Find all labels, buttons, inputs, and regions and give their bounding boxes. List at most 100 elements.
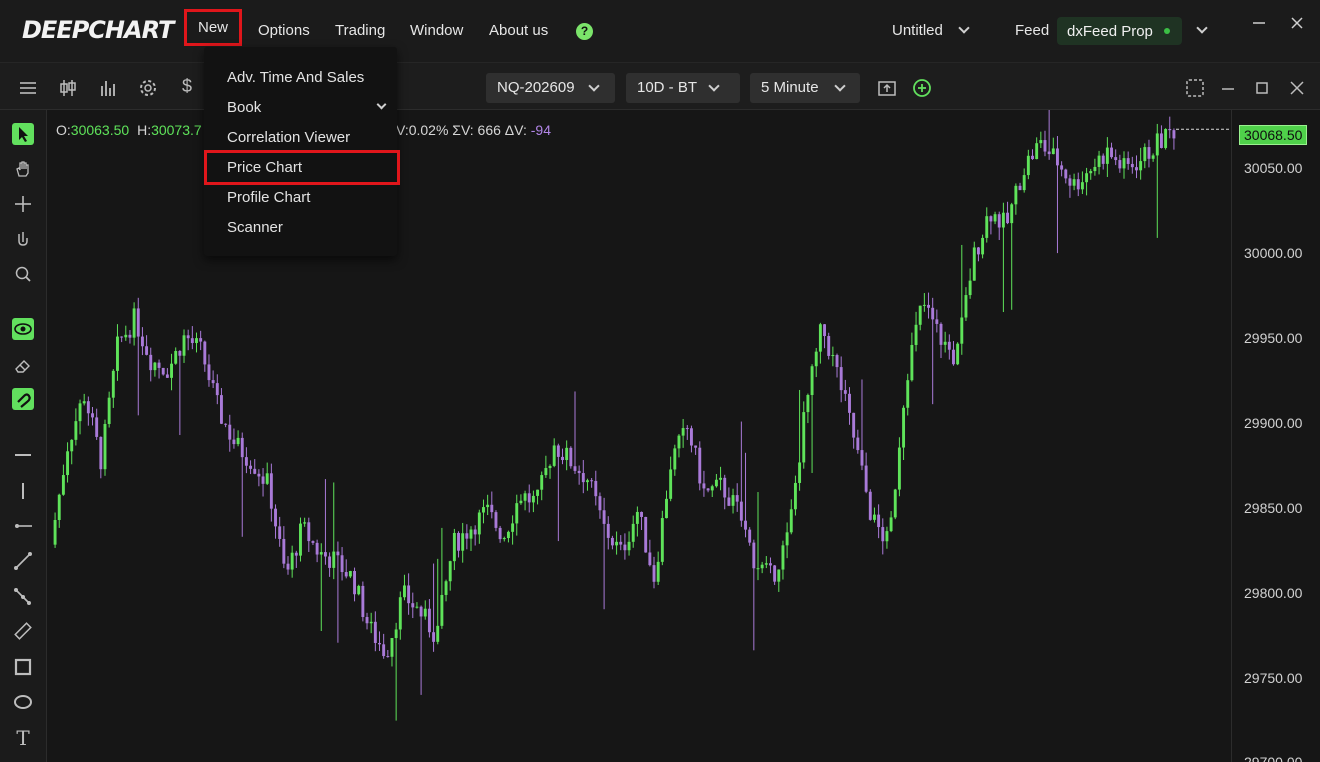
price-axis[interactable]: 30068.50 30050.00 30000.00 29950.00 2990… — [1231, 110, 1320, 762]
candle-body — [120, 336, 124, 338]
price-tick: 29900.00 — [1244, 415, 1303, 431]
candle-body — [303, 522, 307, 524]
menu-icon[interactable] — [18, 78, 38, 98]
candle-body — [976, 247, 980, 255]
export-icon[interactable] — [877, 78, 897, 98]
horizontal-line-icon[interactable] — [12, 444, 34, 466]
text-icon[interactable]: T — [12, 726, 34, 750]
close-icon[interactable] — [1289, 15, 1305, 31]
menu-item-book[interactable]: Book — [227, 99, 261, 116]
candle-body — [719, 477, 723, 480]
cursor-icon[interactable] — [12, 123, 34, 145]
menu-window[interactable]: Window — [410, 22, 463, 39]
menu-item-adv-time-and-sales[interactable]: Adv. Time And Sales — [227, 69, 364, 86]
ray-icon[interactable] — [12, 515, 34, 537]
price-tick: 30000.00 — [1244, 245, 1303, 261]
candle-body — [806, 395, 810, 413]
candle-body — [635, 511, 639, 524]
candle-body — [931, 307, 935, 320]
gear-icon[interactable] — [138, 78, 158, 98]
candle-body — [502, 538, 506, 540]
candle-body — [831, 355, 835, 357]
candle-body — [602, 510, 606, 524]
hand-icon[interactable] — [12, 158, 34, 180]
question-circle-icon[interactable]: ? — [576, 23, 593, 40]
candle-body — [511, 523, 515, 532]
magnet-icon[interactable] — [12, 388, 34, 410]
candle-body — [872, 514, 876, 520]
minimize-icon[interactable] — [1218, 78, 1238, 98]
candle-body — [452, 532, 456, 562]
candle-body — [544, 468, 548, 476]
chevron-down-icon[interactable] — [958, 22, 970, 34]
menu-new[interactable]: New — [183, 9, 243, 46]
candle-body — [448, 561, 452, 582]
symbol-value: NQ-202609 — [497, 79, 575, 96]
candle-body — [261, 476, 265, 484]
close-icon[interactable] — [1287, 78, 1307, 98]
maximize-icon[interactable] — [1185, 78, 1205, 98]
bar-chart-icon[interactable] — [98, 78, 118, 98]
rectangle-icon[interactable] — [12, 656, 34, 678]
polyline-icon[interactable] — [12, 585, 34, 607]
menu-item-profile-chart[interactable]: Profile Chart — [227, 189, 310, 206]
menu-options[interactable]: Options — [258, 22, 310, 39]
ellipse-icon[interactable] — [12, 691, 34, 713]
candle-body — [1047, 151, 1051, 155]
candle-body — [997, 214, 1001, 228]
add-circle-icon[interactable] — [912, 78, 932, 98]
eye-icon[interactable] — [12, 318, 34, 340]
candle-body — [116, 336, 119, 371]
candle-body — [1118, 160, 1122, 169]
chevron-down-icon[interactable] — [376, 99, 387, 110]
candle-body — [814, 351, 818, 367]
candle-body — [249, 465, 253, 469]
candle-body — [232, 439, 236, 445]
workspace-name[interactable]: Untitled — [892, 22, 943, 39]
candle-body — [818, 324, 822, 352]
candle-body — [1018, 185, 1022, 191]
candle-body — [619, 541, 623, 545]
candle-body — [561, 456, 564, 461]
candle-body — [1031, 155, 1034, 160]
candle-body — [764, 563, 768, 565]
candle-body — [195, 338, 198, 344]
candle-body — [219, 395, 223, 424]
range-value: 10D - BT — [637, 79, 698, 96]
candle-body — [810, 366, 814, 396]
interval-select[interactable]: 5 Minute — [750, 73, 860, 103]
candle-body — [461, 533, 465, 551]
chevron-down-icon — [588, 80, 600, 92]
vertical-line-icon[interactable] — [12, 480, 34, 502]
zoom-icon[interactable] — [12, 263, 34, 285]
menu-item-correlation-viewer[interactable]: Correlation Viewer — [227, 129, 350, 146]
candle-body — [640, 511, 643, 517]
menu-item-price-chart[interactable]: Price Chart — [227, 159, 302, 176]
menu-about-us[interactable]: About us — [489, 22, 548, 39]
menu-item-scanner[interactable]: Scanner — [227, 219, 283, 236]
volume-readout: V:0.02% ΣV: 666 ΔV: -94 — [396, 122, 551, 138]
menu-trading[interactable]: Trading — [335, 22, 385, 39]
candle-body — [1147, 147, 1151, 159]
candle-body — [290, 552, 294, 570]
minimize-icon[interactable] — [1251, 15, 1267, 31]
candle-body — [698, 447, 702, 484]
crosshair-icon[interactable] — [12, 193, 34, 215]
candle-body — [610, 537, 614, 546]
candlestick-icon[interactable] — [58, 78, 78, 98]
dollar-icon[interactable]: $ — [182, 76, 202, 96]
magnet-hook-icon[interactable] — [12, 228, 34, 250]
candle-body — [203, 341, 207, 365]
candle-body — [681, 428, 685, 436]
eraser-icon[interactable] — [12, 354, 34, 376]
candle-body — [848, 393, 851, 413]
candle-body — [927, 304, 930, 308]
candle-body — [403, 585, 406, 598]
ruler-icon[interactable] — [12, 620, 34, 642]
trend-line-icon[interactable] — [12, 550, 34, 572]
candle-body — [652, 565, 656, 582]
symbol-select[interactable]: NQ-202609 — [486, 73, 615, 103]
range-select[interactable]: 10D - BT — [626, 73, 740, 103]
restore-icon[interactable] — [1252, 78, 1272, 98]
chevron-down-icon[interactable] — [1196, 22, 1208, 34]
